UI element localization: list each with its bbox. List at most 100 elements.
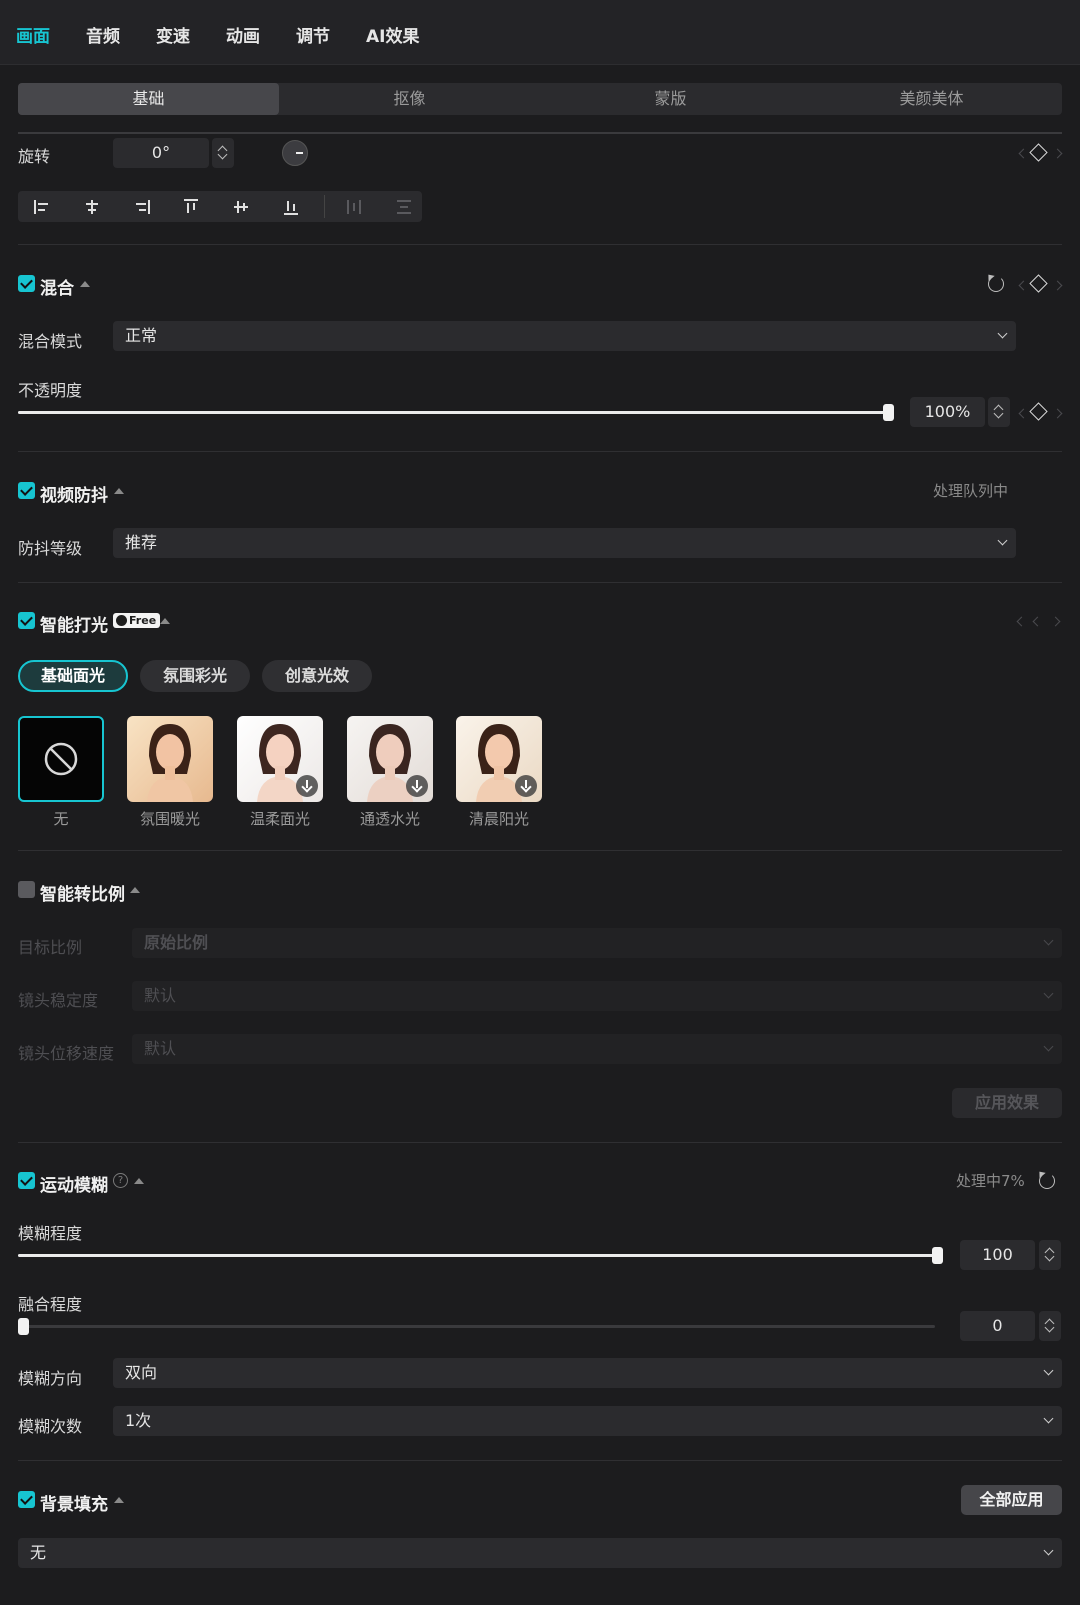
chevron-down-icon xyxy=(1043,935,1054,946)
align-right-icon[interactable] xyxy=(132,197,152,217)
camera-stability-select[interactable]: 默认 xyxy=(132,981,1062,1011)
align-left-icon[interactable] xyxy=(32,197,52,217)
target-ratio-select[interactable]: 原始比例 xyxy=(132,928,1062,958)
collapse-caret-icon[interactable] xyxy=(134,1178,144,1184)
collapse-caret-icon[interactable] xyxy=(114,1497,124,1503)
free-badge-icon xyxy=(116,615,127,626)
opacity-stepper[interactable] xyxy=(988,397,1010,427)
light-category-creative[interactable]: 创意光效 xyxy=(262,660,372,692)
blend-mode-select[interactable]: 正常 xyxy=(113,321,1016,351)
stabilize-level-select[interactable]: 推荐 xyxy=(113,528,1016,558)
align-center-horizontal-icon[interactable] xyxy=(82,197,102,217)
keyframe-diamond-icon[interactable] xyxy=(1029,143,1048,162)
blur-count-select[interactable]: 1次 xyxy=(113,1406,1062,1436)
preset-label: 氛围暖光 xyxy=(139,810,200,828)
tab-picture[interactable]: 画面 xyxy=(16,22,50,47)
divider xyxy=(18,850,1062,851)
camera-speed-value: 默认 xyxy=(144,1039,177,1058)
collapse-caret-icon[interactable] xyxy=(130,887,140,893)
preset-label: 清晨阳光 xyxy=(468,810,529,828)
blend-degree-slider-handle[interactable] xyxy=(18,1318,29,1335)
align-center-vertical-icon[interactable] xyxy=(231,197,251,217)
tab-speed[interactable]: 变速 xyxy=(156,22,190,47)
next-keyframe-icon[interactable] xyxy=(1052,280,1063,291)
rotation-label: 旋转 xyxy=(18,147,51,166)
prev-keyframe-icon[interactable] xyxy=(1018,148,1029,159)
divider xyxy=(18,582,1062,583)
tab-adjust[interactable]: 调节 xyxy=(296,22,330,47)
preset-none[interactable] xyxy=(18,716,104,802)
tab-ai-effects[interactable]: AI效果 xyxy=(366,22,419,47)
collapse-caret-icon[interactable] xyxy=(114,488,124,494)
chevron-down-icon xyxy=(1043,1413,1054,1424)
preset-soft-face[interactable] xyxy=(237,716,323,802)
download-icon[interactable] xyxy=(406,775,428,797)
help-icon[interactable]: ? xyxy=(113,1173,128,1188)
apply-all-button[interactable]: 全部应用 xyxy=(961,1485,1062,1515)
blur-degree-slider-handle[interactable] xyxy=(932,1247,943,1264)
background-fill-checkbox[interactable] xyxy=(18,1491,35,1508)
smart-light-checkbox[interactable] xyxy=(18,612,35,629)
smart-light-title: 智能打光 xyxy=(40,616,108,636)
chevron-down-icon xyxy=(997,328,1008,339)
stabilize-checkbox[interactable] xyxy=(18,482,35,499)
alignment-toolbar xyxy=(18,191,422,222)
apply-effect-button[interactable]: 应用效果 xyxy=(952,1088,1062,1118)
download-icon[interactable] xyxy=(296,775,318,797)
background-fill-select[interactable]: 无 xyxy=(18,1538,1062,1568)
rotation-input[interactable]: 0° xyxy=(113,138,209,168)
blend-degree-input[interactable]: 0 xyxy=(960,1311,1035,1341)
stabilize-title: 视频防抖 xyxy=(40,486,108,506)
keyframe-diamond-icon[interactable] xyxy=(1029,274,1048,293)
tab-animation[interactable]: 动画 xyxy=(226,22,260,47)
rotation-dial[interactable] xyxy=(282,140,308,166)
prev-keyframe-icon[interactable] xyxy=(1018,280,1029,291)
preset-warm-ambient[interactable] xyxy=(127,716,213,802)
opacity-slider[interactable] xyxy=(18,411,886,414)
preset-clear-water[interactable] xyxy=(347,716,433,802)
next-page-icon[interactable] xyxy=(1050,616,1061,627)
next-keyframe-icon[interactable] xyxy=(1052,408,1063,419)
blur-direction-select[interactable]: 双向 xyxy=(113,1358,1062,1388)
subtab-cutout[interactable]: 抠像 xyxy=(279,83,540,115)
subtab-mask[interactable]: 蒙版 xyxy=(540,83,801,115)
light-category-basic[interactable]: 基础面光 xyxy=(18,660,128,692)
next-keyframe-icon[interactable] xyxy=(1052,148,1063,159)
keyframe-diamond-icon[interactable] xyxy=(1029,402,1048,421)
subtab-basic[interactable]: 基础 xyxy=(18,83,279,115)
camera-stability-label: 镜头稳定度 xyxy=(18,991,99,1010)
reset-icon[interactable] xyxy=(988,276,1004,292)
collapse-caret-icon[interactable] xyxy=(80,281,90,287)
distribute-horizontal-icon[interactable] xyxy=(344,197,364,217)
download-icon[interactable] xyxy=(515,775,537,797)
distribute-vertical-icon[interactable] xyxy=(394,197,414,217)
subtab-beauty[interactable]: 美颜美体 xyxy=(801,83,1062,115)
prev-keyframe-icon[interactable] xyxy=(1018,408,1029,419)
stabilize-status: 处理队列中 xyxy=(933,482,1009,500)
target-ratio-value: 原始比例 xyxy=(144,933,209,952)
collapse-caret-icon[interactable] xyxy=(160,618,170,624)
blur-degree-stepper[interactable] xyxy=(1039,1240,1061,1270)
camera-speed-select[interactable]: 默认 xyxy=(132,1034,1062,1064)
blend-checkbox[interactable] xyxy=(18,275,35,292)
blur-direction-label: 模糊方向 xyxy=(18,1369,83,1388)
smart-ratio-checkbox[interactable] xyxy=(18,881,35,898)
opacity-slider-handle[interactable] xyxy=(883,404,894,421)
blend-degree-slider[interactable] xyxy=(18,1325,935,1328)
blend-degree-stepper[interactable] xyxy=(1039,1311,1061,1341)
reset-icon[interactable] xyxy=(1039,1173,1055,1189)
tab-audio[interactable]: 音频 xyxy=(86,22,120,47)
stabilize-level-value: 推荐 xyxy=(125,533,158,552)
light-category-ambient[interactable]: 氛围彩光 xyxy=(140,660,250,692)
align-top-icon[interactable] xyxy=(181,197,201,217)
smart-ratio-title: 智能转比例 xyxy=(40,885,125,905)
blur-count-label: 模糊次数 xyxy=(18,1417,83,1436)
prev-page-icon[interactable] xyxy=(1016,616,1027,627)
blur-degree-slider[interactable] xyxy=(18,1254,935,1257)
align-bottom-icon[interactable] xyxy=(281,197,301,217)
preset-morning-sun[interactable] xyxy=(456,716,542,802)
motion-blur-checkbox[interactable] xyxy=(18,1172,35,1189)
rotation-stepper[interactable] xyxy=(212,138,234,168)
opacity-input[interactable]: 100% xyxy=(910,397,985,427)
blur-degree-input[interactable]: 100 xyxy=(960,1240,1035,1270)
